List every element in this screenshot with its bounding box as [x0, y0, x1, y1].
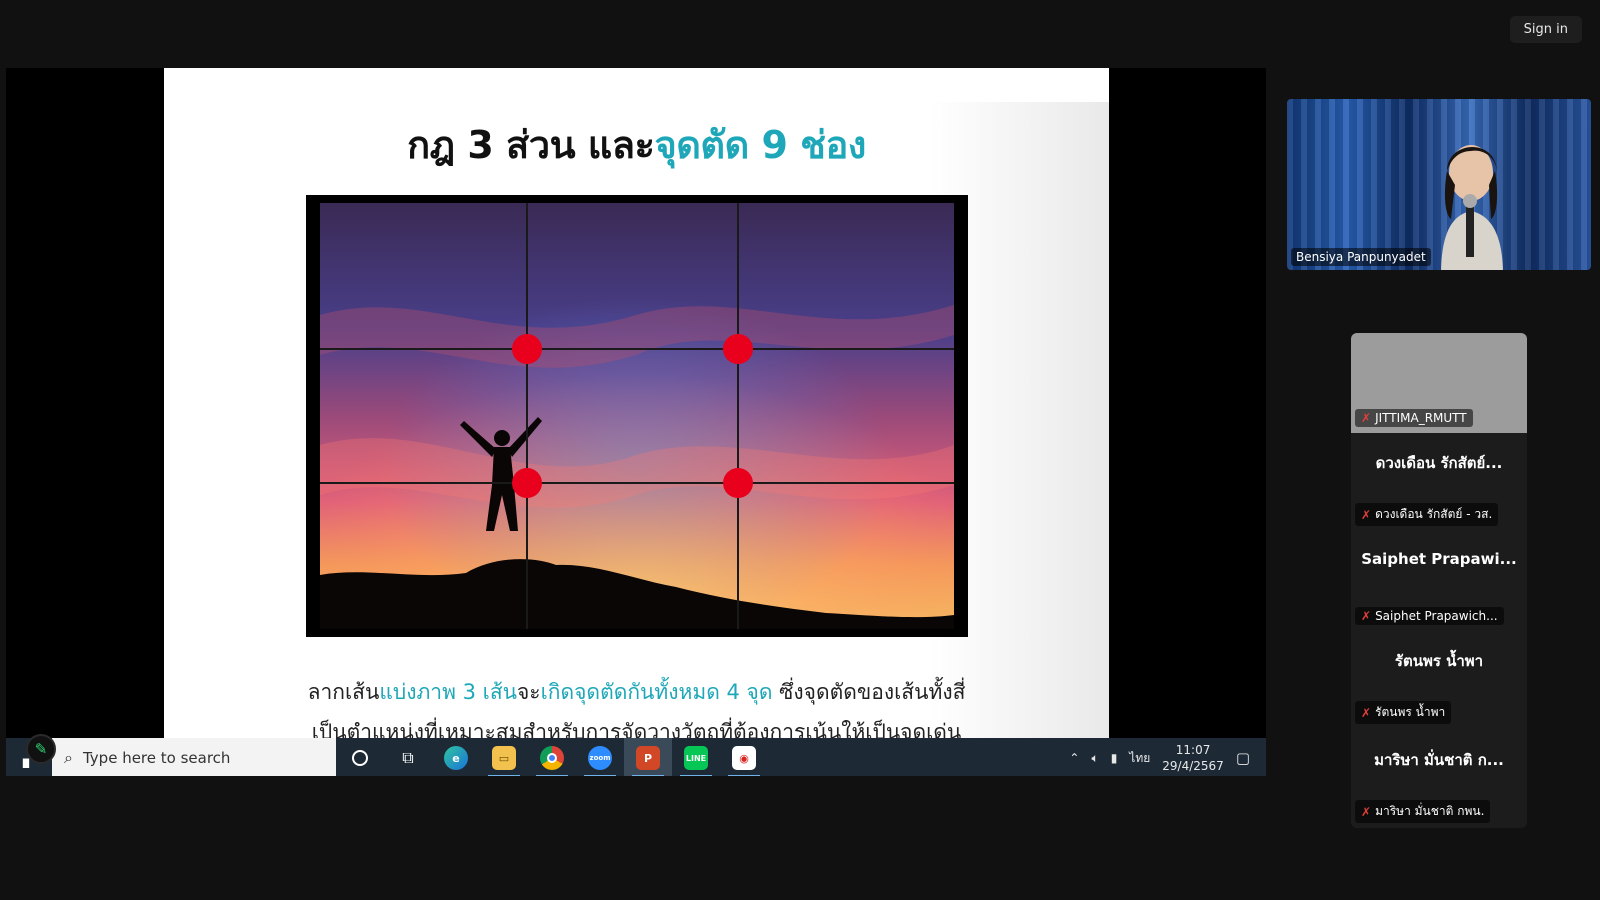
participant-display-name: มาริษา มั่นชาติ ก...: [1374, 751, 1504, 769]
muted-mic-icon: ✗: [1361, 804, 1372, 819]
participant-name-tag: ✗ ดวงเดือน รักสัตย์ - วส.: [1355, 503, 1499, 526]
acrobat-icon[interactable]: ◉: [720, 738, 768, 776]
participant-tile[interactable]: ดวงเดือน รักสัตย์... ✗ ดวงเดือน รักสัตย์ …: [1351, 433, 1527, 532]
slide-title-accent: จุดตัด 9 ช่อง: [654, 123, 866, 167]
participant-display-name: ดวงเดือน รักสัตย์...: [1375, 454, 1503, 472]
participants-panel: ✗ JITTIMA_RMUTT ดวงเดือน รักสัตย์... ✗ ดวง…: [1351, 333, 1527, 828]
presentation-slide: กฎ 3 ส่วน และจุดตัด 9 ช่อง ลากเส้นแบ่งภา…: [164, 68, 1109, 738]
muted-mic-icon: ✗: [1361, 705, 1372, 720]
slide-title: กฎ 3 ส่วน และจุดตัด 9 ช่อง: [164, 114, 1109, 175]
slide-title-part1: กฎ 3 ส่วน และ: [407, 123, 655, 167]
clock[interactable]: 11:07 29/4/2567: [1162, 742, 1224, 774]
clock-date: 29/4/2567: [1162, 759, 1224, 773]
show-hidden-icons-icon[interactable]: ⌃: [1069, 751, 1079, 765]
participant-name-tag: ✗ มาริษา มั่นชาติ กพน.: [1355, 800, 1491, 823]
volume-icon[interactable]: 🔈︎: [1091, 751, 1098, 766]
slide-body-line1: ลากเส้นแบ่งภาพ 3 เส้นจะเกิดจุดตัดกันทั้ง…: [307, 680, 966, 704]
notifications-icon[interactable]: ▢: [1236, 749, 1250, 767]
participant-tile[interactable]: ✗ JITTIMA_RMUTT: [1351, 333, 1527, 433]
speaker-person-silhouette: [1441, 145, 1503, 270]
participant-display-name: รัตนพร น้ำพา: [1394, 652, 1484, 670]
system-tray: ⌃ 🔈︎ ▮ ไทย 11:07 29/4/2567 ▢: [1069, 742, 1266, 774]
windows-taskbar: ▖ ⌕ Type here to search ⧉ e ▭ zoom P LIN…: [6, 738, 1266, 776]
slide-body-text: ลากเส้นแบ่งภาพ 3 เส้นจะเกิดจุดตัดกันทั้ง…: [164, 672, 1109, 738]
participant-display-name: Saiphet Prapawi...: [1361, 550, 1517, 568]
speaker-name-tag: Bensiya Panpunyadet: [1291, 248, 1431, 266]
edge-icon[interactable]: e: [432, 738, 480, 776]
muted-mic-icon: ✗: [1361, 411, 1372, 425]
taskbar-search-box[interactable]: ⌕ Type here to search: [52, 738, 336, 776]
participant-tile[interactable]: รัตนพร น้ำพา ✗ รัตนพร น้ำพา: [1351, 631, 1527, 730]
cortana-icon[interactable]: [336, 738, 384, 776]
annotate-pen-icon[interactable]: ✎: [26, 734, 56, 764]
participant-tile[interactable]: มาริษา มั่นชาติ ก... ✗ มาริษา มั่นชาติ กพ…: [1351, 730, 1527, 828]
search-icon: ⌕: [64, 748, 73, 767]
search-placeholder: Type here to search: [82, 749, 231, 767]
microphone-icon[interactable]: ▮: [1111, 751, 1118, 765]
participant-name-tag: ✗ JITTIMA_RMUTT: [1355, 409, 1473, 427]
shared-screen: กฎ 3 ส่วน และจุดตัด 9 ช่อง ลากเส้นแบ่งภา…: [6, 68, 1266, 776]
rule-of-thirds-photo: [306, 195, 968, 637]
clock-time: 11:07: [1175, 743, 1211, 757]
muted-mic-icon: ✗: [1361, 507, 1372, 522]
slide-body-line2: เป็นตำแหน่งที่เหมาะสมสำหรับการจัดวางวัตถ…: [311, 720, 962, 738]
powerpoint-icon[interactable]: P: [624, 738, 672, 776]
task-view-icon[interactable]: ⧉: [384, 738, 432, 776]
participant-name-tag: ✗ Saiphet Prapawich...: [1355, 607, 1504, 625]
speaker-video-tile[interactable]: Bensiya Panpunyadet: [1287, 99, 1591, 270]
chrome-icon[interactable]: [528, 738, 576, 776]
language-indicator[interactable]: ไทย: [1129, 749, 1150, 768]
zoom-icon[interactable]: zoom: [576, 738, 624, 776]
participant-tile[interactable]: Saiphet Prapawi... ✗ Saiphet Prapawich...: [1351, 532, 1527, 631]
sign-in-button[interactable]: Sign in: [1509, 16, 1582, 43]
line-icon[interactable]: LINE: [672, 738, 720, 776]
muted-mic-icon: ✗: [1361, 609, 1372, 623]
participant-name-tag: ✗ รัตนพร น้ำพา: [1355, 701, 1452, 724]
file-explorer-icon[interactable]: ▭: [480, 738, 528, 776]
